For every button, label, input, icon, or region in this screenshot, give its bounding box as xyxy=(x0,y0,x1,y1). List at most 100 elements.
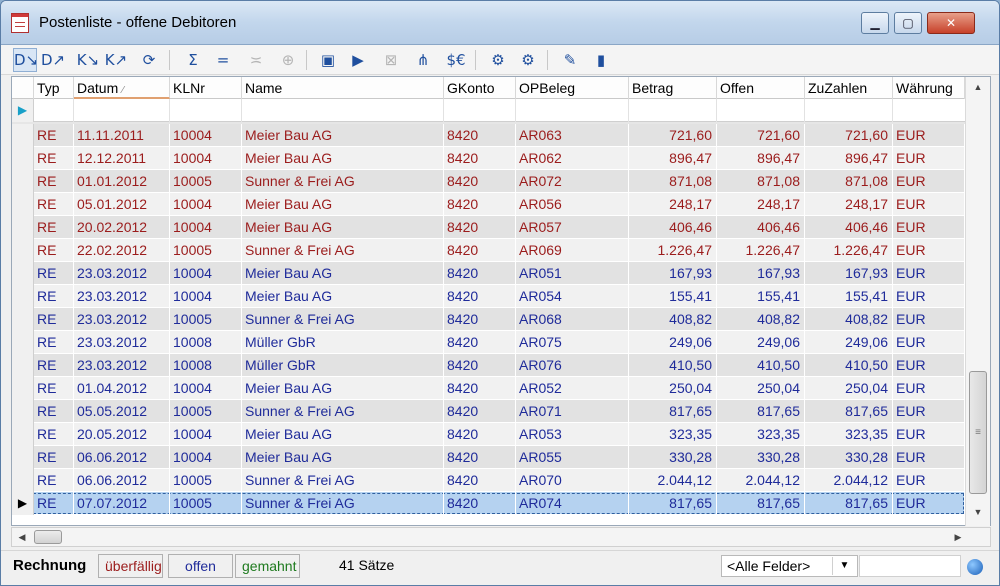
globe-icon[interactable] xyxy=(967,559,983,575)
new-row-cell[interactable] xyxy=(170,99,242,122)
current-row-marker-icon[interactable]: ▶ xyxy=(12,492,34,515)
cell-offen[interactable]: 1.226,47 xyxy=(717,239,805,262)
cell-gkonto[interactable]: 8420 xyxy=(444,469,516,492)
cell-typ[interactable]: RE xyxy=(34,469,74,492)
row-selector[interactable] xyxy=(12,239,34,262)
cell-betrag[interactable]: 167,93 xyxy=(629,262,717,285)
cell-typ[interactable]: RE xyxy=(34,377,74,400)
cell-betrag[interactable]: 330,28 xyxy=(629,446,717,469)
cell-zuzahlen[interactable]: 1.226,47 xyxy=(805,239,893,262)
cell-zuzahlen[interactable]: 330,28 xyxy=(805,446,893,469)
cell-waehrung[interactable]: EUR xyxy=(893,400,965,423)
column-header-datum[interactable]: Datum ⁄ xyxy=(74,77,170,99)
cell-betrag[interactable]: 250,04 xyxy=(629,377,717,400)
cell-betrag[interactable]: 896,47 xyxy=(629,147,717,170)
table-row[interactable]: RE 23.03.2012 10008 Müller GbR 8420 AR075 249,… xyxy=(12,331,965,354)
minimize-button[interactable]: ▁ xyxy=(861,12,889,34)
column-header-opbeleg[interactable]: OPBeleg xyxy=(516,77,629,99)
cell-opbeleg[interactable]: AR057 xyxy=(516,216,629,239)
table-row[interactable]: ▶ RE 07.07.2012 10005 Sunner & Frei AG 8420 AR… xyxy=(12,492,965,515)
cell-zuzahlen[interactable]: 2.044,12 xyxy=(805,469,893,492)
maximize-button[interactable]: ▢ xyxy=(894,12,922,34)
cell-name[interactable]: Sunner & Frei AG xyxy=(242,492,444,515)
cell-datum[interactable]: 01.04.2012 xyxy=(74,377,170,400)
cell-klnr[interactable]: 10008 xyxy=(170,331,242,354)
cell-offen[interactable]: 323,35 xyxy=(717,423,805,446)
cell-waehrung[interactable]: EUR xyxy=(893,285,965,308)
cell-datum[interactable]: 05.05.2012 xyxy=(74,400,170,423)
cell-klnr[interactable]: 10008 xyxy=(170,354,242,377)
edit-icon[interactable]: ✎ xyxy=(558,48,582,72)
column-header-offen[interactable]: Offen xyxy=(717,77,805,99)
cell-opbeleg[interactable]: AR063 xyxy=(516,124,629,147)
cell-klnr[interactable]: 10005 xyxy=(170,469,242,492)
cell-offen[interactable]: 248,17 xyxy=(717,193,805,216)
cell-typ[interactable]: RE xyxy=(34,170,74,193)
cell-betrag[interactable]: 249,06 xyxy=(629,331,717,354)
cell-name[interactable]: Sunner & Frei AG xyxy=(242,469,444,492)
field-filter-select[interactable]: <Alle Felder> ▼ xyxy=(721,555,858,577)
cell-offen[interactable]: 721,60 xyxy=(717,124,805,147)
cell-zuzahlen[interactable]: 250,04 xyxy=(805,377,893,400)
cell-offen[interactable]: 410,50 xyxy=(717,354,805,377)
cell-waehrung[interactable]: EUR xyxy=(893,262,965,285)
cell-zuzahlen[interactable]: 871,08 xyxy=(805,170,893,193)
new-row-cell[interactable] xyxy=(805,99,893,122)
cell-gkonto[interactable]: 8420 xyxy=(444,193,516,216)
cell-betrag[interactable]: 721,60 xyxy=(629,124,717,147)
cell-waehrung[interactable]: EUR xyxy=(893,469,965,492)
cell-waehrung[interactable]: EUR xyxy=(893,124,965,147)
cell-name[interactable]: Meier Bau AG xyxy=(242,147,444,170)
cell-gkonto[interactable]: 8420 xyxy=(444,446,516,469)
cell-betrag[interactable]: 155,41 xyxy=(629,285,717,308)
cell-name[interactable]: Müller GbR xyxy=(242,331,444,354)
cell-klnr[interactable]: 10004 xyxy=(170,193,242,216)
column-header-waehrung[interactable]: Währung xyxy=(893,77,965,99)
cell-typ[interactable]: RE xyxy=(34,308,74,331)
cell-opbeleg[interactable]: AR076 xyxy=(516,354,629,377)
hierarchy-icon[interactable]: ⋔ xyxy=(411,48,435,72)
cell-zuzahlen[interactable]: 167,93 xyxy=(805,262,893,285)
cell-zuzahlen[interactable]: 155,41 xyxy=(805,285,893,308)
cell-datum[interactable]: 06.06.2012 xyxy=(74,446,170,469)
row-selector[interactable] xyxy=(12,400,34,423)
table-row[interactable]: RE 11.11.2011 10004 Meier Bau AG 8420 AR063 72… xyxy=(12,124,965,147)
cell-datum[interactable]: 23.03.2012 xyxy=(74,262,170,285)
cell-opbeleg[interactable]: AR071 xyxy=(516,400,629,423)
cell-datum[interactable]: 12.12.2011 xyxy=(74,147,170,170)
cell-klnr[interactable]: 10005 xyxy=(170,170,242,193)
cell-zuzahlen[interactable]: 896,47 xyxy=(805,147,893,170)
export-icon[interactable]: ▶ xyxy=(346,48,370,72)
cell-datum[interactable]: 23.03.2012 xyxy=(74,285,170,308)
cell-gkonto[interactable]: 8420 xyxy=(444,147,516,170)
table-row[interactable]: RE 01.01.2012 10005 Sunner & Frei AG 8420 AR0… xyxy=(12,170,965,193)
row-selector[interactable] xyxy=(12,446,34,469)
cell-gkonto[interactable]: 8420 xyxy=(444,423,516,446)
delete-icon[interactable]: ⊠ xyxy=(379,48,403,72)
cell-opbeleg[interactable]: AR051 xyxy=(516,262,629,285)
cell-waehrung[interactable]: EUR xyxy=(893,193,965,216)
cell-klnr[interactable]: 10004 xyxy=(170,285,242,308)
cell-offen[interactable]: 330,28 xyxy=(717,446,805,469)
cell-gkonto[interactable]: 8420 xyxy=(444,262,516,285)
cell-waehrung[interactable]: EUR xyxy=(893,354,965,377)
cell-typ[interactable]: RE xyxy=(34,147,74,170)
cell-offen[interactable]: 406,46 xyxy=(717,216,805,239)
cell-waehrung[interactable]: EUR xyxy=(893,170,965,193)
cell-name[interactable]: Meier Bau AG xyxy=(242,446,444,469)
cell-opbeleg[interactable]: AR070 xyxy=(516,469,629,492)
panel-icon[interactable]: ▮ xyxy=(589,48,613,72)
table-row[interactable]: RE 12.12.2011 10004 Meier Bau AG 8420 AR062 89… xyxy=(12,147,965,170)
cell-typ[interactable]: RE xyxy=(34,331,74,354)
new-row-cell[interactable] xyxy=(242,99,444,122)
row-selector[interactable] xyxy=(12,170,34,193)
scroll-up-icon[interactable]: ▲ xyxy=(966,77,990,97)
cell-klnr[interactable]: 10004 xyxy=(170,423,242,446)
currency-icon[interactable]: $€ xyxy=(444,48,468,72)
horizontal-scroll-thumb[interactable] xyxy=(34,530,62,544)
cell-waehrung[interactable]: EUR xyxy=(893,377,965,400)
cell-betrag[interactable]: 817,65 xyxy=(629,400,717,423)
cell-zuzahlen[interactable]: 721,60 xyxy=(805,124,893,147)
cell-name[interactable]: Sunner & Frei AG xyxy=(242,308,444,331)
cell-typ[interactable]: RE xyxy=(34,400,74,423)
